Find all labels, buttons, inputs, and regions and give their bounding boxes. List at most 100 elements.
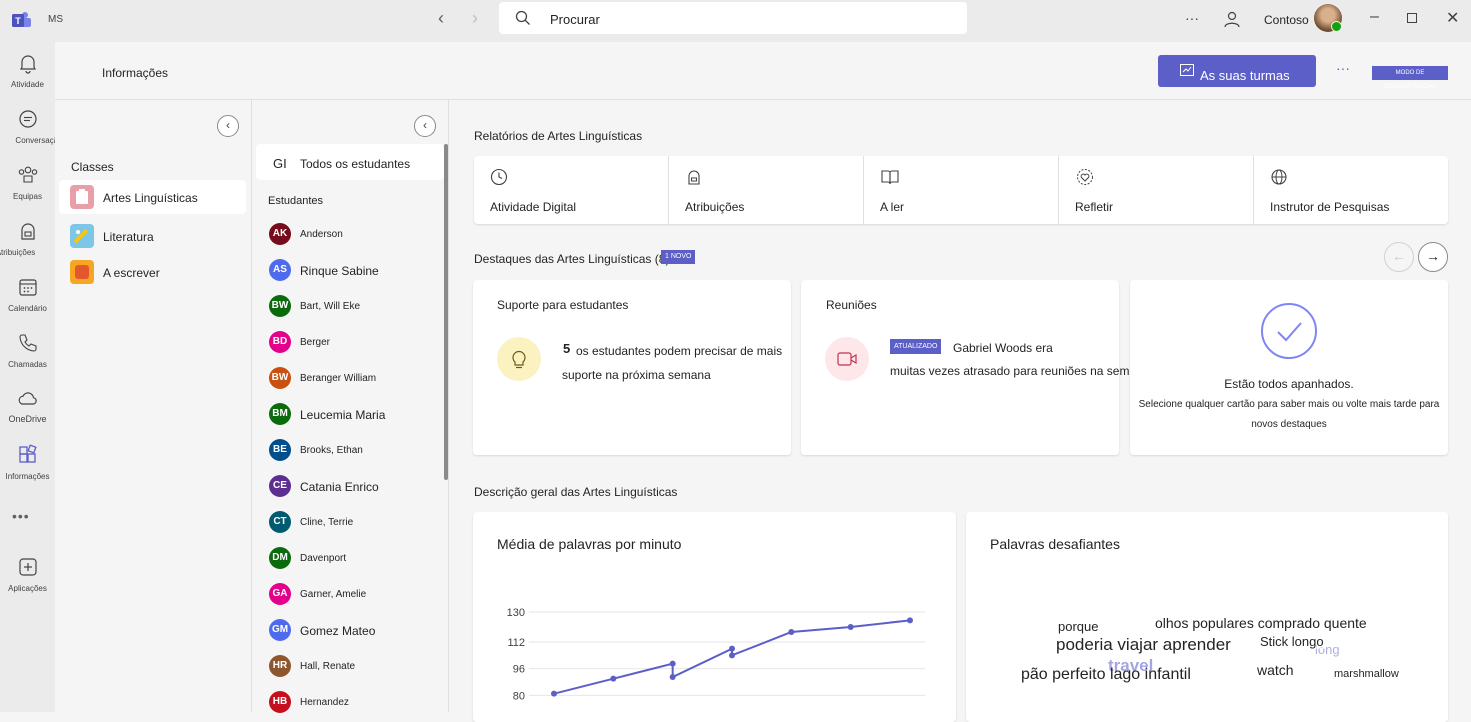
minimize-icon[interactable]: – xyxy=(1370,8,1379,26)
wpm-chart-card[interactable]: Média de palavras por minuto 130 112 96 80 xyxy=(473,512,956,722)
rail-item-apps[interactable]: Aplicações xyxy=(0,554,55,602)
tenant-name[interactable]: Contoso xyxy=(1264,13,1309,27)
demo-mode-badge: MODO DE DEMONSTRAÇÃO xyxy=(1372,66,1448,90)
student-name: Catania Enrico xyxy=(300,480,379,494)
student-name: Davenport xyxy=(300,553,347,564)
rail-item-assignments[interactable]: Atribuições xyxy=(0,218,55,266)
student-row[interactable]: BW Beranger William xyxy=(252,362,442,398)
student-row[interactable]: GA Garner, Amelie xyxy=(252,578,442,614)
back-arrow-icon[interactable]: ‹ xyxy=(438,8,444,29)
all-students-item[interactable]: GI Todos os estudantes xyxy=(256,144,444,180)
report-assignments[interactable]: Atribuições xyxy=(669,156,864,224)
avatar: BW xyxy=(269,367,291,389)
data-point[interactable] xyxy=(788,629,795,635)
student-row[interactable]: DM Davenport xyxy=(252,542,442,578)
more-apps-icon[interactable]: ••• xyxy=(12,508,30,524)
word-cloud-word: pão perfeito lago infantil xyxy=(1021,666,1191,683)
student-row[interactable]: GM Gomez Mateo xyxy=(252,614,442,650)
new-highlights-badge: 1 NOVO xyxy=(661,250,696,264)
report-search-coach[interactable]: Instrutor de Pesquisas xyxy=(1254,156,1448,224)
forward-arrow-icon[interactable]: › xyxy=(472,8,478,29)
data-point[interactable] xyxy=(907,617,913,624)
class-icon xyxy=(70,224,94,248)
scrollbar[interactable] xyxy=(444,144,448,480)
avatar: GM xyxy=(269,619,291,641)
video-camera-icon xyxy=(825,337,869,381)
rail-item-chat[interactable]: Conversação xyxy=(0,106,63,154)
all-students-label: Todos os estudantes xyxy=(300,157,411,171)
avatar: HB xyxy=(269,691,291,713)
your-classes-button[interactable]: As suas turmas xyxy=(1158,55,1316,87)
student-row[interactable]: AS Rinque Sabine xyxy=(252,254,442,290)
rail-item-calendar[interactable]: Calendário xyxy=(0,274,55,322)
data-point[interactable] xyxy=(729,652,735,659)
classes-heading: Classes xyxy=(71,160,114,174)
avatar: HR xyxy=(269,655,291,677)
close-icon[interactable]: ✕ xyxy=(1446,8,1459,28)
data-point[interactable] xyxy=(669,674,676,680)
previous-highlights-button[interactable]: ← xyxy=(1384,242,1414,272)
data-point[interactable] xyxy=(551,690,557,697)
wpm-chart-title: Média de palavras por minuto xyxy=(497,536,682,552)
student-row[interactable]: AK Anderson xyxy=(252,218,442,254)
collapse-classes-button[interactable]: ‹ xyxy=(217,115,239,137)
search-input[interactable]: Procurar xyxy=(499,2,967,34)
word-cloud-word: poderia viajar aprender xyxy=(1056,635,1231,655)
avatar: CT xyxy=(269,511,291,533)
card-title: Suporte para estudantes xyxy=(497,298,629,312)
maximize-icon[interactable] xyxy=(1407,13,1417,23)
avatar: DM xyxy=(269,547,291,569)
class-label: Artes Linguísticas xyxy=(103,191,198,205)
challenging-words-card[interactable]: Palavras desafiantes travel long porque … xyxy=(966,512,1448,722)
collapse-students-button[interactable]: ‹ xyxy=(414,115,436,137)
rail-label: Equipas xyxy=(13,192,42,201)
student-row[interactable]: HR Hall, Renate xyxy=(252,650,442,686)
student-row[interactable]: BM Leucemia Maria xyxy=(252,398,442,434)
student-row[interactable]: BD Berger xyxy=(252,326,442,362)
data-point[interactable] xyxy=(847,624,854,630)
avatar: BM xyxy=(269,403,291,425)
class-item-language-arts[interactable]: Artes Linguísticas xyxy=(59,180,246,214)
report-reflect[interactable]: Refletir xyxy=(1059,156,1254,224)
report-reading[interactable]: A ler xyxy=(864,156,1059,224)
student-name: Hernandez xyxy=(300,697,349,708)
more-options-icon[interactable]: ··· xyxy=(1336,60,1350,76)
caught-up-card: Estão todos apanhados. Selecione qualque… xyxy=(1130,280,1448,455)
student-name: Leucemia Maria xyxy=(300,408,386,422)
rail-item-onedrive[interactable]: OneDrive xyxy=(0,386,55,434)
rail-label: Atividade xyxy=(11,80,44,89)
rail-item-insights[interactable]: Informações xyxy=(0,442,55,490)
student-row[interactable]: CE Catania Enrico xyxy=(252,470,442,506)
word-cloud-word: marshmallow xyxy=(1334,668,1399,680)
student-row[interactable]: BW Bart, Will Eke xyxy=(252,290,442,326)
class-item-writing[interactable]: A escrever xyxy=(59,255,246,289)
class-label: Literatura xyxy=(103,230,154,244)
student-row[interactable]: CT Cline, Terrie xyxy=(252,506,442,542)
rail-item-activity[interactable]: Atividade xyxy=(0,50,55,98)
meetings-card[interactable]: Reuniões ATUALIZADO Gabriel Woods era mu… xyxy=(801,280,1198,455)
next-highlights-button[interactable]: → xyxy=(1418,242,1448,272)
y-tick-label: 112 xyxy=(507,637,525,649)
rail-item-teams[interactable]: Equipas xyxy=(0,162,55,210)
student-row[interactable]: BE Brooks, Ethan xyxy=(252,434,442,470)
rail-label: Chamadas xyxy=(8,360,47,369)
insights-icon xyxy=(19,444,37,463)
data-point[interactable] xyxy=(610,675,617,682)
lightbulb-icon xyxy=(497,337,541,381)
student-support-card[interactable]: Suporte para estudantes 5 os estudantes … xyxy=(473,280,791,455)
data-point[interactable] xyxy=(669,660,676,667)
class-item-literature[interactable]: Literatura xyxy=(59,219,246,253)
support-line-2: suporte na próxima semana xyxy=(562,368,711,382)
data-point[interactable] xyxy=(729,645,735,652)
student-name: Berger xyxy=(300,337,331,348)
rail-item-calls[interactable]: Chamadas xyxy=(0,330,55,378)
more-options-icon[interactable]: ··· xyxy=(1185,10,1199,26)
cloud-icon xyxy=(18,392,37,405)
student-name: Cline, Terrie xyxy=(300,517,354,528)
report-digital-activity[interactable]: Atividade Digital xyxy=(474,156,669,224)
student-name: Gomez Mateo xyxy=(300,624,376,638)
student-row[interactable]: HB Hernandez xyxy=(252,686,442,722)
org-short-label: MS xyxy=(48,14,63,25)
people-icon[interactable] xyxy=(1222,10,1242,30)
calendar-icon xyxy=(19,279,37,296)
